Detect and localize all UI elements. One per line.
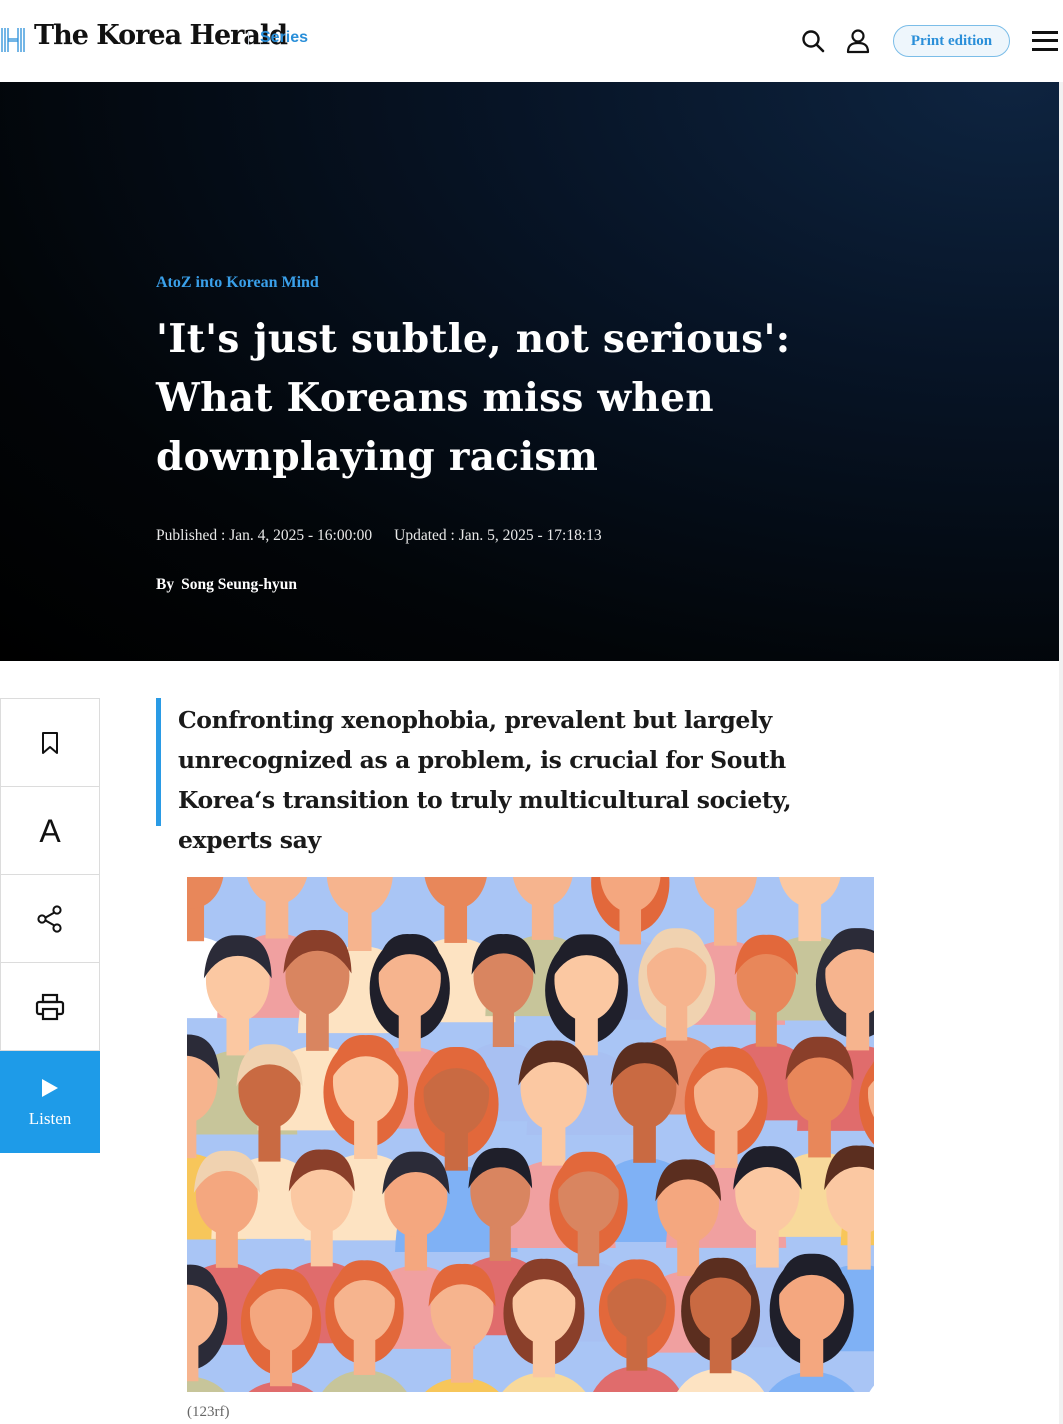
- site-header: The Korea Herald Series Print edition: [0, 0, 1063, 82]
- share-icon: [37, 904, 62, 933]
- summary-text: Confronting xenophobia, prevalent but la…: [178, 706, 792, 854]
- font-size-button[interactable]: A: [0, 787, 100, 875]
- print-button[interactable]: [0, 963, 100, 1051]
- series-link[interactable]: Series: [260, 29, 308, 47]
- series-kicker[interactable]: AtoZ into Korean Mind: [156, 274, 319, 292]
- listen-button[interactable]: Listen: [0, 1051, 100, 1153]
- user-icon[interactable]: [846, 28, 870, 54]
- byline: By Song Seung-hyun: [156, 576, 297, 594]
- share-button[interactable]: [0, 875, 100, 963]
- font-size-icon: A: [39, 813, 61, 849]
- site-logo[interactable]: The Korea Herald: [34, 20, 288, 51]
- article-image: [187, 877, 874, 1392]
- bookmark-icon: [42, 731, 58, 754]
- byline-by: By: [156, 576, 175, 593]
- crowd-illustration: [187, 877, 874, 1392]
- header-divider: [248, 31, 249, 45]
- menu-icon[interactable]: [1032, 30, 1058, 52]
- article-headline: 'It's just subtle, not serious': What Ko…: [156, 316, 791, 480]
- play-icon: [42, 1079, 58, 1097]
- bookmark-button[interactable]: [0, 698, 100, 787]
- search-icon[interactable]: [801, 29, 825, 53]
- article-summary: Confronting xenophobia, prevalent but la…: [156, 698, 881, 854]
- print-edition-button[interactable]: Print edition: [893, 25, 1010, 57]
- article-dates: Published : Jan. 4, 2025 - 16:00:00 Updat…: [156, 527, 602, 545]
- scrollbar[interactable]: [1059, 82, 1063, 1424]
- image-caption: (123rf): [187, 1404, 230, 1420]
- published-date: Published : Jan. 4, 2025 - 16:00:00: [156, 527, 373, 544]
- print-icon: [35, 993, 65, 1020]
- updated-date: Updated : Jan. 5, 2025 - 17:18:13: [394, 527, 602, 544]
- author-name[interactable]: Song Seung-hyun: [181, 576, 297, 593]
- article-tools: A Listen: [0, 698, 100, 1153]
- herald-logo-icon[interactable]: [0, 27, 26, 53]
- listen-label: Listen: [28, 1109, 72, 1128]
